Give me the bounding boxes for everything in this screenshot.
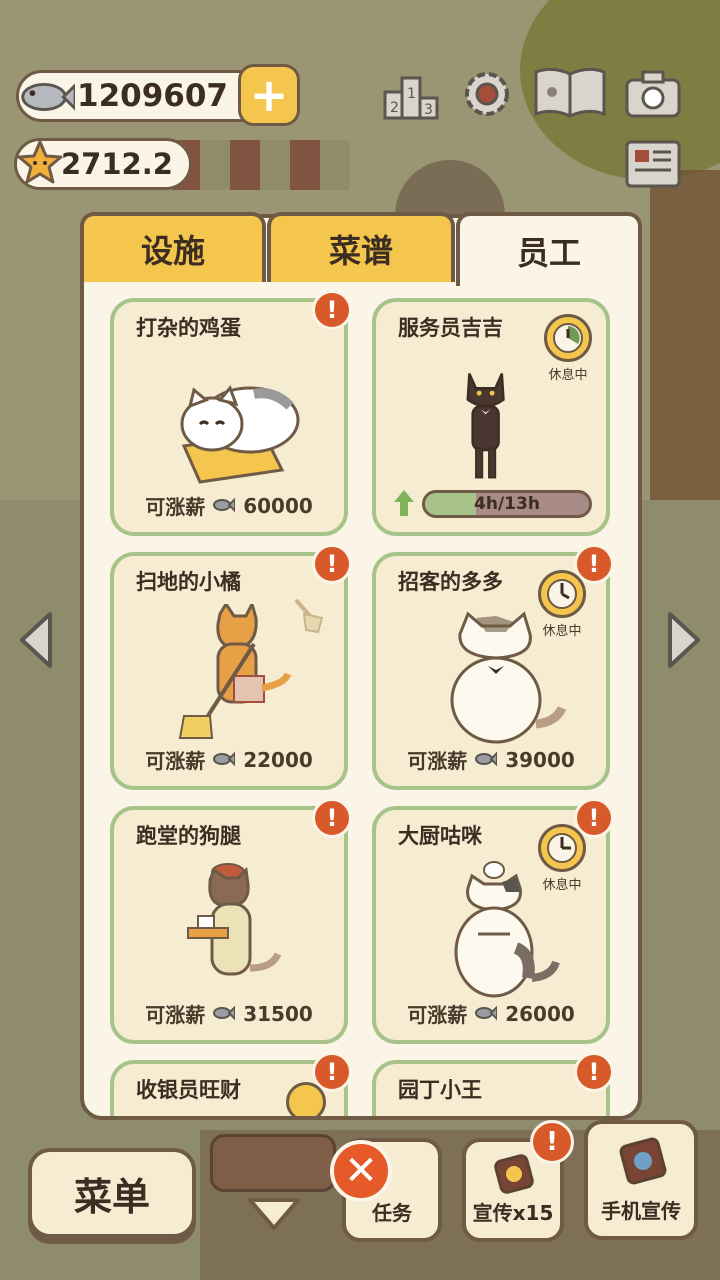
collapse-arrow-icon[interactable] <box>246 1196 302 1232</box>
raise-cost: 26000 <box>505 1001 575 1026</box>
raise-cost: 39000 <box>505 747 575 772</box>
egg-cat-illustration <box>180 385 300 484</box>
staff-card[interactable]: 招客的多多 ! 休息中 可涨薪 39000 <box>372 544 614 790</box>
waiter-cat-illustration <box>466 373 505 479</box>
staff-card[interactable]: 大厨咕咪 ! 休息中 可涨薪 26000 <box>372 798 614 1044</box>
raise-label: 可涨薪 <box>145 1003 206 1027</box>
alert-icon: ! <box>312 544 352 584</box>
staff-card[interactable]: 园丁小王 ! <box>372 1052 614 1116</box>
staff-card[interactable]: 打杂的鸡蛋 ! 可涨薪 60000 <box>110 290 352 536</box>
add-fish-button[interactable]: + <box>238 64 300 126</box>
raise-label: 可涨薪 <box>407 749 468 773</box>
upgrade-arrow-icon <box>394 490 414 516</box>
shop-awning <box>170 140 350 190</box>
alert-icon: ! <box>574 1052 614 1092</box>
svg-text:3: 3 <box>424 102 433 118</box>
svg-text:2: 2 <box>390 100 399 116</box>
progress-text: 4h/13h <box>474 494 540 514</box>
raise-label: 可涨薪 <box>145 749 206 773</box>
raise-salary-row: 可涨薪 22000 <box>114 745 344 774</box>
paw-book-icon[interactable] <box>530 64 610 120</box>
poster-icon <box>494 1154 534 1194</box>
alert-icon: ! <box>530 1120 574 1164</box>
staff-card[interactable]: 跑堂的狗腿 ! 可涨薪 31500 <box>110 798 352 1044</box>
raise-cost: 22000 <box>243 747 313 772</box>
chef-cat-illustration <box>454 861 560 998</box>
fish-count: 1209607 <box>77 78 228 114</box>
staff-name: 扫地的小橘 <box>136 570 241 594</box>
staff-name: 收银员旺财 <box>136 1078 241 1102</box>
staff-name: 打杂的鸡蛋 <box>136 316 241 340</box>
staff-name: 园丁小王 <box>398 1078 482 1102</box>
raise-cost: 60000 <box>243 493 313 518</box>
orange-cat-sweeping-illustration <box>178 604 292 739</box>
tab-staff[interactable]: 员工 <box>456 212 642 286</box>
star-currency-display: 2712.2 <box>14 138 192 190</box>
work-progress-bar: 4h/13h <box>422 490 592 518</box>
newspaper-icon[interactable] <box>622 136 684 192</box>
settings-gear-icon[interactable] <box>456 66 518 122</box>
fluffy-cat-illustration <box>450 611 567 744</box>
star-count: 2712.2 <box>61 147 173 181</box>
raise-salary-row: 可涨薪 39000 <box>376 745 606 774</box>
fish-icon <box>213 1002 237 1026</box>
fish-icon <box>475 1002 499 1026</box>
fish-icon <box>475 748 499 772</box>
alert-icon: ! <box>312 798 352 838</box>
phone-promote-button[interactable]: 手机宣传 <box>584 1120 698 1240</box>
raise-cost: 31500 <box>243 1001 313 1026</box>
staff-name: 跑堂的狗腿 <box>136 824 241 848</box>
previous-arrow-icon[interactable] <box>16 610 56 670</box>
phone-poster-icon <box>619 1137 667 1185</box>
clock-icon <box>286 1082 326 1116</box>
svg-text:1: 1 <box>407 86 416 102</box>
staff-dialog: 打杂的鸡蛋 ! 可涨薪 60000 服务员吉吉 休息中 4h/13h 扫地的小橘… <box>80 214 642 1120</box>
raise-label: 可涨薪 <box>145 495 206 519</box>
bench-decoration <box>210 1134 336 1192</box>
server-cat-illustration <box>187 863 282 976</box>
raise-salary-row: 可涨薪 31500 <box>114 999 344 1028</box>
next-arrow-icon[interactable] <box>664 610 704 670</box>
raise-label: 可涨薪 <box>407 1003 468 1027</box>
fish-icon <box>213 494 237 518</box>
camera-icon[interactable] <box>622 66 684 122</box>
plus-icon: + <box>249 68 289 122</box>
tree-trunk <box>650 170 720 500</box>
staff-name: 招客的多多 <box>398 570 503 594</box>
staff-card[interactable]: 服务员吉吉 休息中 4h/13h <box>372 298 610 536</box>
tab-facilities[interactable]: 设施 <box>80 212 266 282</box>
phone-promote-label: 手机宣传 <box>601 1199 681 1223</box>
close-button[interactable]: ✕ <box>330 1140 392 1202</box>
tab-recipes[interactable]: 菜谱 <box>267 212 455 282</box>
leaderboard-icon[interactable]: 213 <box>380 68 442 124</box>
menu-button[interactable]: 菜单 <box>28 1148 196 1238</box>
promote-label: 宣传x15 <box>472 1201 554 1225</box>
staff-name: 大厨咕咪 <box>398 824 482 848</box>
raise-salary-row: 可涨薪 60000 <box>114 491 344 520</box>
staff-name: 服务员吉吉 <box>398 316 503 340</box>
task-label: 任务 <box>372 1201 412 1225</box>
fish-icon <box>15 67 75 127</box>
staff-card[interactable]: 扫地的小橘 ! 可涨薪 22000 <box>110 544 352 790</box>
alert-icon: ! <box>312 290 352 330</box>
raise-salary-row: 可涨薪 26000 <box>376 999 606 1028</box>
fish-icon <box>213 748 237 772</box>
star-icon <box>15 137 65 187</box>
staff-card[interactable]: 收银员旺财 ! <box>110 1052 352 1116</box>
